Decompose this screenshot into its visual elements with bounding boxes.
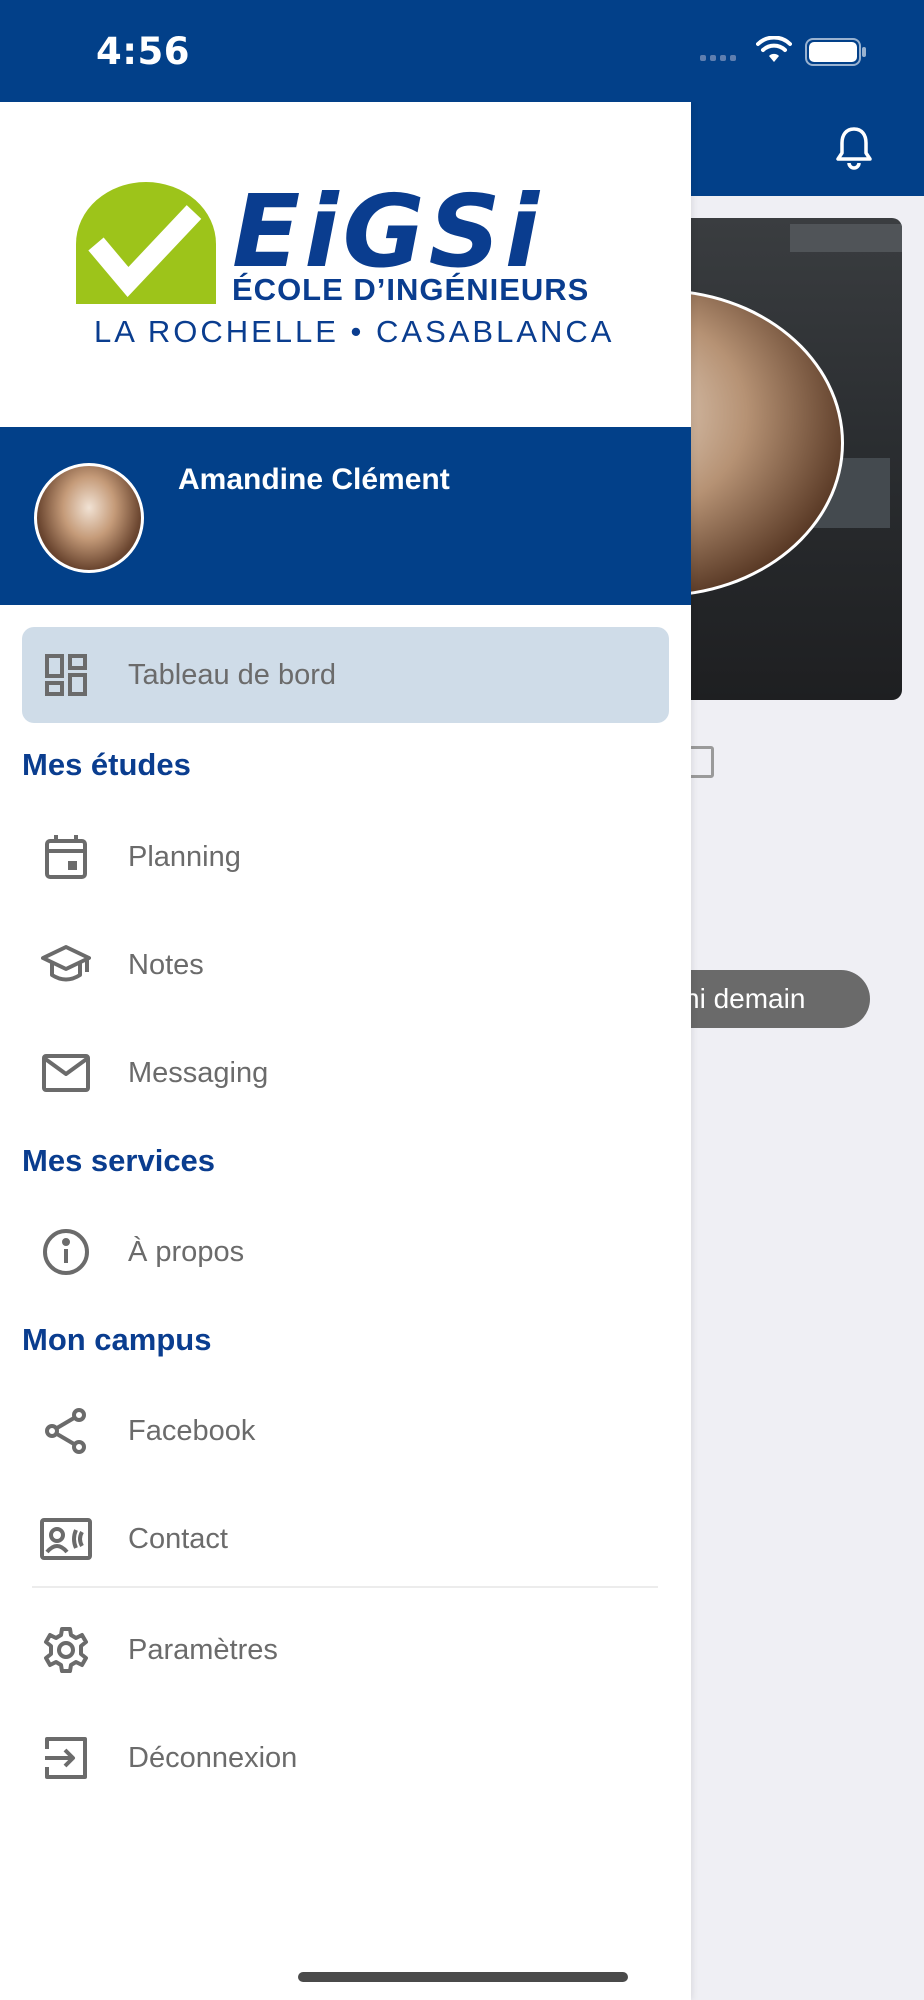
menu-item-deconnexion[interactable]: Déconnexion xyxy=(22,1710,669,1806)
section-title-mes-services: Mes services xyxy=(22,1143,216,1178)
status-time: 4:56 xyxy=(96,30,191,73)
share-icon xyxy=(38,1403,94,1459)
menu-item-label: À propos xyxy=(128,1235,245,1268)
navigation-drawer: EiGSi ÉCOLE D’INGÉNIEURS LA ROCHELLE • C… xyxy=(0,102,691,2000)
gear-icon xyxy=(38,1622,94,1678)
graduation-cap-icon xyxy=(38,937,94,993)
cellular-signal-icon xyxy=(700,55,736,61)
bell-icon[interactable] xyxy=(834,125,874,171)
section-title-mon-campus: Mon campus xyxy=(22,1322,212,1357)
menu-item-label: Contact xyxy=(128,1522,228,1555)
logo-wordmark: EiGSi xyxy=(232,173,543,290)
menu-item-planning[interactable]: Planning xyxy=(22,809,669,905)
avatar xyxy=(34,463,144,573)
menu-item-messaging[interactable]: Messaging xyxy=(22,1025,669,1121)
wifi-icon xyxy=(756,36,792,62)
menu-item-label: Notes xyxy=(128,948,204,981)
menu-item-a-propos[interactable]: À propos xyxy=(22,1204,669,1300)
info-icon xyxy=(38,1224,94,1280)
menu-item-facebook[interactable]: Facebook xyxy=(22,1383,669,1479)
menu-item-contact[interactable]: Contact xyxy=(22,1491,669,1587)
menu-item-parametres[interactable]: Paramètres xyxy=(22,1602,669,1698)
dashboard-icon xyxy=(38,647,94,703)
menu-divider xyxy=(32,1586,658,1588)
eigsi-logo-mark xyxy=(76,182,216,304)
contact-card-icon xyxy=(38,1511,94,1567)
section-title-mes-etudes: Mes études xyxy=(22,747,191,782)
menu-item-label: Planning xyxy=(128,840,241,873)
calendar-icon xyxy=(38,829,94,885)
menu-item-label: Messaging xyxy=(128,1056,269,1089)
menu-item-label: Facebook xyxy=(128,1414,256,1447)
menu-item-notes[interactable]: Notes xyxy=(22,917,669,1013)
logo-tagline: ÉCOLE D’INGÉNIEURS xyxy=(232,272,590,307)
home-indicator[interactable] xyxy=(298,1972,628,1982)
logout-icon xyxy=(38,1730,94,1786)
menu-item-label: Tableau de bord xyxy=(128,658,336,691)
mail-icon xyxy=(38,1045,94,1101)
menu-item-label: Paramètres xyxy=(128,1633,278,1666)
menu-item-dashboard[interactable]: Tableau de bord xyxy=(22,627,669,723)
profile-header[interactable]: Amandine Clément xyxy=(0,427,691,605)
logo-locations: LA ROCHELLE • CASABLANCA xyxy=(94,314,615,349)
profile-name: Amandine Clément xyxy=(178,463,450,496)
battery-icon xyxy=(805,38,866,66)
status-bar: 4:56 xyxy=(0,0,924,102)
menu-item-label: Déconnexion xyxy=(128,1741,298,1774)
